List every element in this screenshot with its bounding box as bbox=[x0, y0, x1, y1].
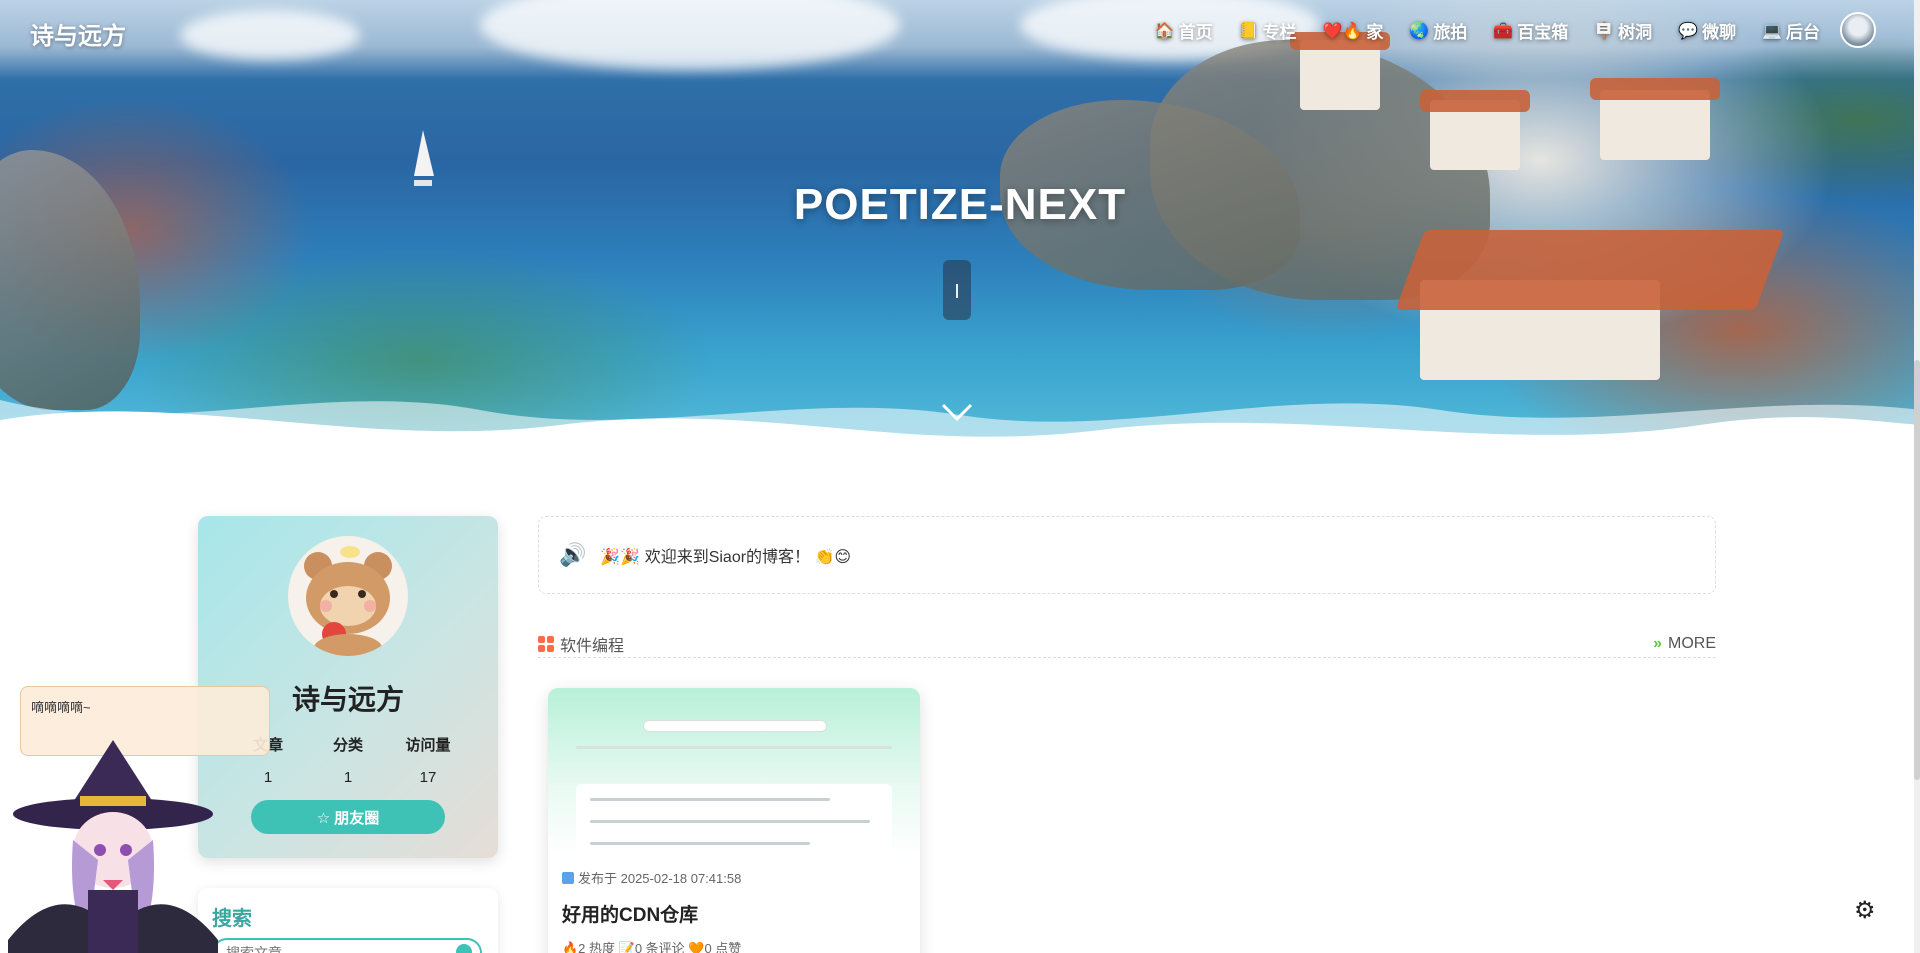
speaker-icon: 🔊 bbox=[559, 542, 587, 567]
signboard-icon: 🪧 bbox=[1594, 22, 1615, 40]
nav-admin[interactable]: 💻 后台 bbox=[1762, 18, 1820, 43]
search-title: 搜索 bbox=[212, 908, 252, 930]
globe-icon: 🌏 bbox=[1409, 22, 1430, 40]
nav-chat-label: 微聊 bbox=[1702, 23, 1737, 42]
section-header: 软件编程 » MORE bbox=[538, 630, 1716, 658]
search-card: 搜索 bbox=[198, 888, 498, 953]
nav-chat[interactable]: 💬 微聊 bbox=[1678, 18, 1736, 43]
witch-mascot-icon[interactable] bbox=[8, 740, 218, 953]
article-date-text: 发布于 2025-02-18 07:41:58 bbox=[578, 871, 742, 886]
double-chevron-right-icon: » bbox=[1653, 634, 1662, 652]
nav-column[interactable]: 📒 专栏 bbox=[1239, 18, 1297, 43]
calendar-icon bbox=[562, 871, 574, 884]
nav-family[interactable]: ❤️🔥 家 bbox=[1323, 18, 1384, 43]
nav-toolbox-label: 百宝箱 bbox=[1517, 23, 1569, 42]
search-icon[interactable] bbox=[456, 944, 472, 953]
stat-visits-label: 访问量 bbox=[405, 737, 451, 754]
nav-family-label: 家 bbox=[1366, 23, 1384, 42]
nav-treehole-label: 树洞 bbox=[1618, 23, 1653, 42]
section-title: 软件编程 bbox=[560, 637, 625, 655]
stat-categories-label: 分类 bbox=[332, 737, 363, 754]
friend-circle-button[interactable]: ☆ 朋友圈 bbox=[251, 800, 445, 834]
gear-icon[interactable]: ⚙ bbox=[1854, 896, 1876, 925]
stat-visits-value: 17 bbox=[419, 769, 437, 786]
thumbnail-search-bar bbox=[643, 720, 827, 732]
chat-icon: 💬 bbox=[1678, 22, 1699, 40]
user-avatar[interactable] bbox=[1840, 12, 1876, 48]
bear-avatar-icon bbox=[304, 546, 392, 656]
more-link[interactable]: » MORE bbox=[1653, 635, 1716, 653]
article-thumbnail[interactable] bbox=[548, 688, 920, 864]
notebook-icon: 📒 bbox=[1238, 22, 1259, 40]
nav-travel[interactable]: 🌏 旅拍 bbox=[1409, 18, 1467, 43]
wave-divider bbox=[0, 400, 1920, 470]
nav-toolbox[interactable]: 🧰 百宝箱 bbox=[1493, 18, 1568, 43]
article-meta: 🔥2 热度 📝0 条评论 🧡0 点赞 bbox=[562, 941, 742, 953]
nav-admin-label: 后台 bbox=[1786, 23, 1820, 42]
nav-travel-label: 旅拍 bbox=[1433, 23, 1468, 42]
scrollbar-thumb[interactable] bbox=[1914, 360, 1920, 780]
nav-treehole[interactable]: 🪧 树洞 bbox=[1594, 18, 1652, 43]
more-label: MORE bbox=[1668, 634, 1716, 652]
toolbox-icon: 🧰 bbox=[1493, 22, 1514, 40]
heart-fire-icon: ❤️🔥 bbox=[1322, 22, 1363, 40]
nav-home-label: 首页 bbox=[1178, 23, 1213, 42]
stat-articles-value: 1 bbox=[263, 769, 273, 786]
home-icon: 🏠 bbox=[1154, 22, 1175, 40]
chevron-down-icon[interactable] bbox=[940, 400, 974, 424]
laptop-icon: 💻 bbox=[1762, 22, 1782, 40]
notice-bar: 🔊 🎉🎉 欢迎来到Siaor的博客！ 👏😊 bbox=[538, 516, 1716, 594]
profile-avatar bbox=[288, 536, 408, 656]
article-title[interactable]: 好用的CDN仓库 bbox=[562, 900, 698, 927]
nav-column-label: 专栏 bbox=[1262, 23, 1297, 42]
stat-visits: 访问量 17 bbox=[393, 734, 463, 786]
scrollbar-track[interactable] bbox=[1914, 0, 1920, 953]
typing-cursor bbox=[943, 260, 971, 320]
stat-categories[interactable]: 分类 1 bbox=[313, 734, 383, 786]
site-brand[interactable]: 诗与远方 bbox=[30, 16, 126, 51]
search-input[interactable] bbox=[212, 938, 482, 953]
hero-title: POETIZE-NEXT bbox=[793, 180, 1127, 229]
grid-icon bbox=[538, 635, 554, 652]
nav-home[interactable]: 🏠 首页 bbox=[1155, 18, 1213, 43]
section-title-group: 软件编程 bbox=[538, 632, 624, 656]
article-card[interactable]: 发布于 2025-02-18 07:41:58 好用的CDN仓库 🔥2 热度 📝… bbox=[548, 688, 920, 953]
stat-categories-value: 1 bbox=[343, 769, 353, 786]
notice-text: 🎉🎉 欢迎来到Siaor的博客！ 👏😊 bbox=[600, 549, 852, 566]
article-date: 发布于 2025-02-18 07:41:58 bbox=[562, 868, 741, 887]
thumbnail-panel bbox=[576, 784, 892, 864]
main-nav: 🏠 首页 📒 专栏 ❤️🔥 家 🌏 旅拍 🧰 百宝箱 🪧 树洞 💬 微聊 💻 后台 bbox=[1155, 18, 1820, 43]
